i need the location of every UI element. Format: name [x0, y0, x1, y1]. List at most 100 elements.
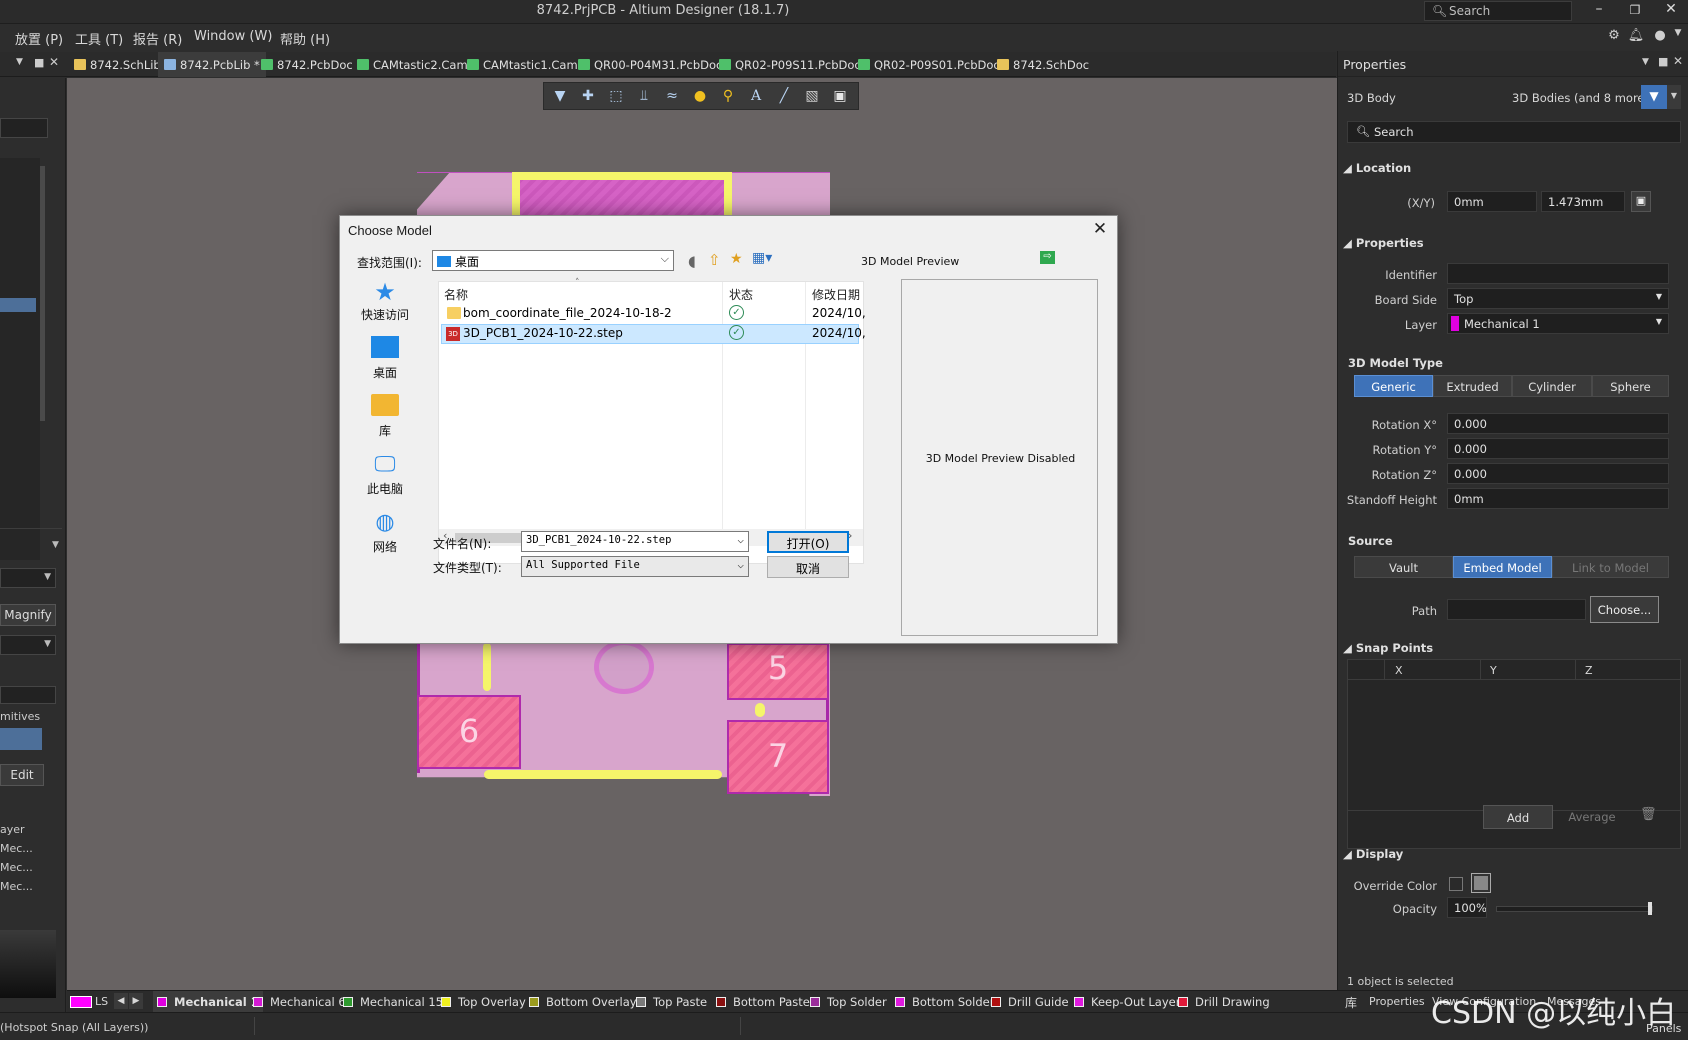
current-layer-swatch[interactable] [70, 996, 92, 1008]
line-icon[interactable]: ╱ [774, 88, 794, 106]
place-network[interactable]: ◍ 网络 [352, 510, 418, 568]
left-panel-field[interactable] [0, 118, 48, 138]
model-type-extruded[interactable]: Extruded [1433, 375, 1512, 397]
view-menu-icon[interactable]: ▦▾ [752, 250, 772, 266]
tab-list-dropdown-icon[interactable]: ▼ [16, 57, 23, 67]
model-type-cylinder[interactable]: Cylinder [1512, 375, 1592, 397]
user-menu-chevron-icon[interactable]: ▼ [1669, 28, 1687, 46]
board-icon[interactable]: ▣ [830, 88, 850, 106]
layer-set-button[interactable]: LS [95, 995, 108, 1008]
place-quick-access[interactable]: ★ 快速访问 [352, 278, 418, 336]
via-icon[interactable]: ⚲ [718, 88, 738, 106]
file-row-selected[interactable]: 3D 3D_PCB1_2024-10-22.step ✓ 2024/10, [441, 324, 866, 344]
rotation-y-input[interactable]: 0.000 [1447, 438, 1669, 459]
tab-qr02-p09s01[interactable]: QR02-P09S01.PcbDoc [852, 52, 1006, 77]
preview-toggle-icon[interactable]: ⇨ [1040, 251, 1055, 264]
global-search-input[interactable]: 🔍︎ Search [1424, 1, 1572, 21]
magnify-button[interactable]: Magnify [0, 604, 56, 626]
left-panel-list[interactable] [0, 158, 40, 560]
left-panel-field-2[interactable] [0, 686, 56, 704]
filter-icon[interactable]: ▼ [1641, 85, 1667, 109]
layer-tab[interactable]: Mechanical 15 [343, 991, 443, 1013]
layer-dropdown[interactable]: Mechanical 1 ▼ [1447, 313, 1669, 334]
route-icon[interactable]: ≈ [662, 88, 682, 106]
minimize-button[interactable]: – [1585, 1, 1613, 21]
layer-row[interactable]: Mec... [0, 880, 33, 893]
add-snap-button[interactable]: Add [1483, 805, 1553, 829]
left-panel-selected-item[interactable] [0, 298, 36, 312]
path-input[interactable] [1447, 599, 1586, 620]
place-libraries[interactable]: 库 [352, 394, 418, 452]
mini-viewer[interactable] [0, 930, 56, 998]
layer-tab[interactable]: Top Overlay [441, 991, 526, 1013]
panel-tab-library[interactable]: 库 [1345, 994, 1357, 1011]
mounting-hole[interactable] [594, 640, 654, 694]
trash-icon[interactable]: 🗑︎ [1640, 807, 1657, 822]
layer-tab[interactable]: Top Paste [636, 991, 707, 1013]
chevron-down-icon[interactable]: ▼ [52, 540, 59, 550]
location-section-header[interactable]: ◢ Location [1343, 161, 1411, 175]
menu-tools[interactable]: 工具 (T) [75, 29, 123, 48]
layer-tab[interactable]: Bottom Overlay [529, 991, 637, 1013]
rotation-z-input[interactable]: 0.000 [1447, 463, 1669, 484]
model-type-generic[interactable]: Generic [1354, 375, 1433, 397]
chevron-right-icon[interactable]: ▶ [129, 993, 143, 1009]
lock-icon[interactable]: ▣ [1631, 191, 1651, 212]
user-icon[interactable]: ● [1651, 28, 1669, 46]
align-icon[interactable]: ⫫ [634, 88, 654, 106]
identifier-input[interactable] [1447, 263, 1669, 284]
column-status[interactable]: 状态 [729, 286, 753, 303]
close-tab-icon[interactable]: ✕ [49, 55, 59, 69]
layer-tab[interactable]: Bottom Paste [716, 991, 810, 1013]
panel-menu-icon[interactable]: ▼ [1642, 57, 1649, 67]
pad-icon[interactable]: ● [690, 88, 710, 106]
layer-tab[interactable]: Bottom Solder [895, 991, 994, 1013]
bell-icon[interactable]: 🔔︎ [1627, 28, 1645, 46]
source-link-to-model[interactable]: Link to Model [1552, 556, 1669, 578]
chevron-left-icon[interactable]: ◀ [114, 993, 128, 1009]
layer-tab[interactable]: Mechanical 1 [153, 991, 263, 1013]
properties-section-header[interactable]: ◢ Properties [1343, 236, 1424, 250]
dialog-close-button[interactable]: ✕ [1088, 219, 1112, 241]
layer-tab[interactable]: Drill Drawing [1178, 991, 1270, 1013]
menu-window[interactable]: Window (W) [194, 29, 272, 44]
layer-tab[interactable]: Drill Guide [991, 991, 1069, 1013]
new-folder-icon[interactable]: ★ [730, 251, 743, 267]
x-input[interactable]: 0mm [1447, 191, 1537, 212]
pad-5[interactable]: 5 [727, 643, 829, 700]
filter-icon[interactable]: ▼ [550, 88, 570, 106]
left-panel-dropdown[interactable]: ▼ [0, 568, 56, 588]
close-window-button[interactable]: ✕ [1657, 1, 1685, 21]
open-button[interactable]: 打开(O) [767, 531, 849, 553]
model-type-sphere[interactable]: Sphere [1592, 375, 1669, 397]
tab-8742-pcbdoc[interactable]: 8742.PcbDoc [255, 52, 359, 77]
layer-tab[interactable]: Keep-Out Layer [1074, 991, 1180, 1013]
layer-row[interactable]: Mec... [0, 861, 33, 874]
layer-row[interactable]: Mec... [0, 842, 33, 855]
tab-8742-schdoc[interactable]: 8742.SchDoc [991, 52, 1095, 77]
left-panel-dropdown-2[interactable]: ▼ [0, 635, 56, 655]
place-desktop[interactable]: 桌面 [352, 336, 418, 394]
chevron-down-icon[interactable]: ▼ [1667, 85, 1681, 109]
opacity-slider-track[interactable] [1496, 902, 1653, 915]
region-icon[interactable]: ▧ [802, 88, 822, 106]
panel-tab-properties[interactable]: Properties [1369, 995, 1425, 1008]
rotation-x-input[interactable]: 0.000 [1447, 413, 1669, 434]
edit-button[interactable]: Edit [0, 764, 44, 786]
filename-input[interactable]: 3D_PCB1_2024-10-22.step ⌵ [521, 531, 749, 552]
restore-button[interactable]: ❐ [1621, 3, 1649, 23]
tab-camtastic2[interactable]: CAMtastic2.Cam [351, 52, 474, 77]
menu-help[interactable]: 帮助 (H) [280, 29, 330, 48]
filetype-dropdown[interactable]: All Supported File ⌵ [521, 556, 749, 577]
override-color-checkbox[interactable] [1449, 877, 1463, 891]
file-list[interactable]: ˄ 名称 状态 修改日期 bom_coordinate_file_2024-10… [438, 278, 866, 564]
tab-qr00-p04m31[interactable]: QR00-P04M31.PcbDoc [572, 52, 728, 77]
layer-tab[interactable]: Mechanical 6 [253, 991, 346, 1013]
display-section-header[interactable]: ◢ Display [1343, 847, 1403, 861]
pin-icon[interactable]: ■ [34, 56, 44, 69]
primitives-list[interactable] [0, 728, 42, 750]
select-rectangle-icon[interactable]: ⬚ [606, 88, 626, 106]
cancel-button[interactable]: 取消 [767, 556, 849, 578]
pad-7[interactable]: 7 [727, 720, 829, 794]
opacity-input[interactable]: 100% [1447, 897, 1487, 918]
